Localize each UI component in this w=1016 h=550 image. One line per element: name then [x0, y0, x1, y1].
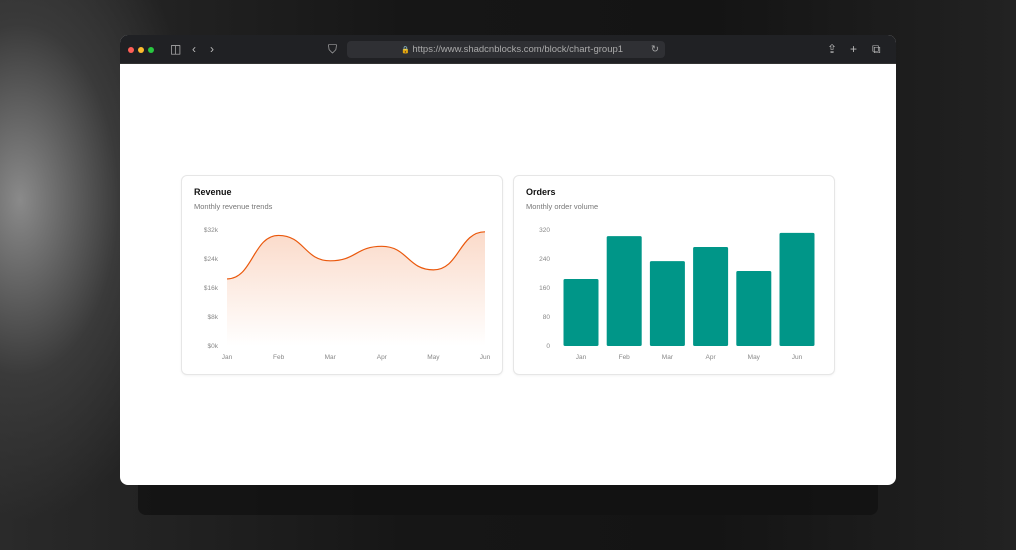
bar-jan	[563, 278, 599, 346]
bar-feb	[606, 236, 642, 346]
orders-card: Orders Monthly order volume 0 80 160 240 320…	[513, 175, 835, 375]
new-tab-icon[interactable]: +	[850, 43, 857, 55]
browser-toolbar: ◫ ‹ › ⛉ 🔒 https://www.shadcnblocks.com/b…	[120, 35, 896, 64]
back-icon[interactable]: ‹	[192, 43, 196, 55]
minimize-window-button[interactable]	[138, 47, 144, 53]
bar-may	[736, 270, 772, 346]
x-tick-label: Feb	[273, 354, 285, 361]
revenue-card: Revenue Monthly revenue trends $0k $8k $16…	[181, 175, 503, 375]
x-tick-label: Apr	[706, 354, 717, 361]
sidebar-icon[interactable]: ◫	[170, 43, 181, 55]
close-window-button[interactable]	[128, 47, 134, 53]
x-tick-label: Jun	[792, 354, 803, 361]
lock-icon: 🔒	[401, 47, 410, 54]
y-tick-label: 240	[539, 256, 550, 263]
orders-chart: 0 80 160 240 320 Jan Feb Mar Apr May Jun	[539, 227, 815, 361]
y-tick-label: 320	[539, 227, 550, 234]
bar-apr	[693, 247, 729, 346]
x-tick-label: Mar	[662, 354, 674, 361]
x-tick-label: Jan	[222, 354, 233, 361]
bar-jun	[779, 232, 815, 346]
y-tick-label: 160	[539, 285, 550, 292]
x-tick-label: May	[748, 354, 761, 361]
revenue-chart: $0k $8k $16k $24k $32k Jan Feb Mar Apr May Jun	[204, 227, 491, 361]
tabs-icon[interactable]: ⧉	[872, 43, 881, 55]
y-tick-label: $0k	[208, 343, 219, 350]
address-bar[interactable]: 🔒 https://www.shadcnblocks.com/block/cha…	[347, 41, 665, 58]
y-tick-label: $8k	[208, 314, 219, 321]
shield-icon[interactable]: ⛉	[328, 43, 337, 55]
y-tick-label: $32k	[204, 227, 219, 234]
x-tick-label: Jun	[480, 354, 491, 361]
y-tick-label: $16k	[204, 285, 219, 292]
reload-icon[interactable]: ↻	[651, 41, 659, 58]
bar-mar	[649, 261, 685, 346]
x-tick-label: Apr	[377, 354, 388, 361]
y-tick-label: 0	[546, 343, 550, 350]
x-tick-label: Jan	[576, 354, 587, 361]
revenue-area	[227, 231, 485, 346]
y-tick-label: $24k	[204, 256, 219, 263]
x-tick-label: Mar	[325, 354, 337, 361]
y-tick-label: 80	[543, 314, 551, 321]
window-shadow	[138, 485, 878, 515]
x-tick-label: May	[427, 354, 440, 361]
maximize-window-button[interactable]	[148, 47, 154, 53]
share-icon[interactable]: ⇪	[827, 43, 837, 55]
url-text: https://www.shadcnblocks.com/block/chart…	[412, 44, 624, 55]
browser-window: ◫ ‹ › ⛉ 🔒 https://www.shadcnblocks.com/b…	[120, 35, 896, 485]
x-tick-label: Feb	[619, 354, 631, 361]
forward-icon[interactable]: ›	[210, 43, 214, 55]
